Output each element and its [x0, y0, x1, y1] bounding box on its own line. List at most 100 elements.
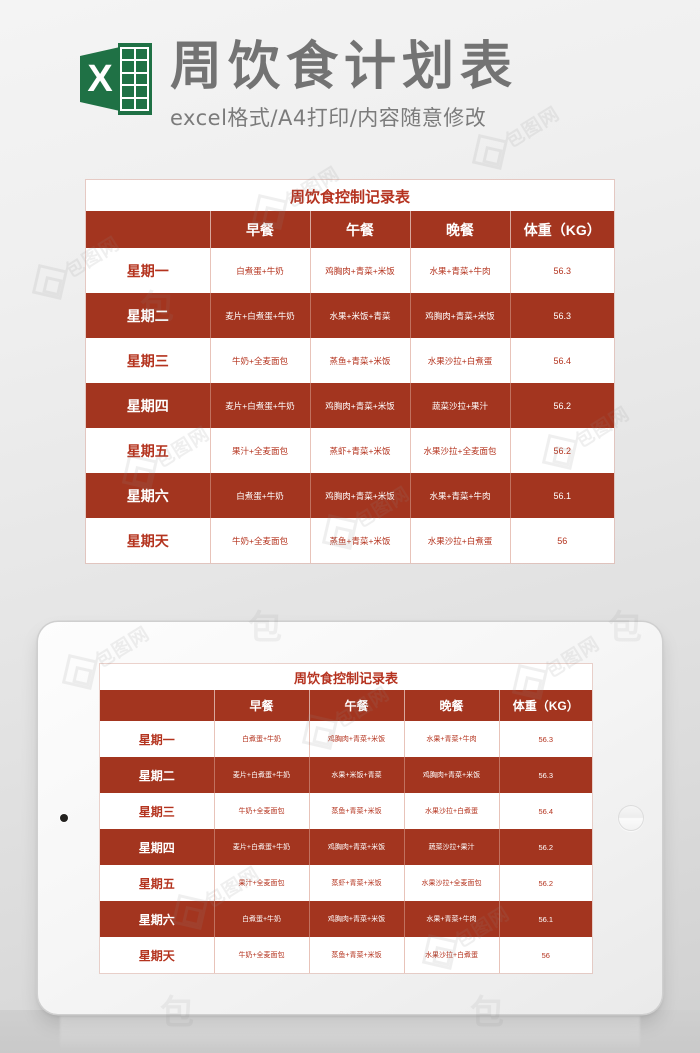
table-header-row: 早餐 午餐 晚餐 体重（KG）: [86, 211, 615, 248]
cell-dinner: 蔬菜沙拉+果汁: [403, 829, 499, 865]
table-row: 星期五 果汁+全麦面包 蒸虾+青菜+米饭 水果沙拉+全麦面包 56.2: [100, 865, 593, 901]
table-title: 周饮食控制记录表: [100, 664, 593, 690]
column-header-dinner: 晚餐: [409, 211, 510, 248]
cell-day: 星期二: [100, 757, 214, 793]
tablet-screen: 周饮食控制记录表 早餐 午餐 晚餐 体重（KG） 星期一 白煮蛋+牛奶 鸡胸肉+…: [90, 632, 602, 1004]
cell-day: 星期天: [86, 518, 210, 563]
cell-dinner: 水果沙拉+白煮蛋: [403, 793, 499, 829]
cell-lunch: 鸡胸肉+青菜+米饭: [308, 901, 404, 937]
column-header-day: [100, 690, 214, 721]
column-header-day: [86, 211, 210, 248]
cell-weight: 56.4: [498, 793, 593, 829]
cell-dinner: 水果+青菜+牛肉: [409, 248, 510, 293]
table-row: 星期六 白煮蛋+牛奶 鸡胸肉+青菜+米饭 水果+青菜+牛肉 56.1: [86, 473, 615, 518]
cell-weight: 56.3: [498, 757, 593, 793]
diet-table-main: 周饮食控制记录表 早餐 午餐 晚餐 体重（KG） 星期一 白煮蛋+牛奶 鸡胸肉+…: [86, 180, 615, 563]
cell-day: 星期四: [100, 829, 214, 865]
cell-dinner: 水果沙拉+白煮蛋: [409, 518, 510, 563]
cell-lunch: 鸡胸肉+青菜+米饭: [308, 829, 404, 865]
cell-breakfast: 白煮蛋+牛奶: [209, 473, 310, 518]
cell-dinner: 水果+青菜+牛肉: [403, 901, 499, 937]
cell-day: 星期二: [86, 293, 210, 338]
tablet-device-mockup: 周饮食控制记录表 早餐 午餐 晚餐 体重（KG） 星期一 白煮蛋+牛奶 鸡胸肉+…: [38, 622, 662, 1014]
cell-lunch: 蒸鱼+青菜+米饭: [309, 338, 410, 383]
cell-day: 星期一: [100, 721, 214, 757]
cell-breakfast: 果汁+全麦面包: [209, 428, 310, 473]
column-header-breakfast: 早餐: [213, 690, 309, 721]
cell-weight: 56.2: [509, 428, 615, 473]
cell-breakfast: 果汁+全麦面包: [213, 865, 309, 901]
table-row: 星期二 麦片+白煮蛋+牛奶 水果+米饭+青菜 鸡胸肉+青菜+米饭 56.3: [100, 757, 593, 793]
cell-breakfast: 麦片+白煮蛋+牛奶: [209, 383, 310, 428]
cell-day: 星期三: [100, 793, 214, 829]
table-row: 星期四 麦片+白煮蛋+牛奶 鸡胸肉+青菜+米饭 蔬菜沙拉+果汁 56.2: [100, 829, 593, 865]
column-header-dinner: 晚餐: [403, 690, 499, 721]
page-title: 周饮食计划表: [170, 37, 519, 97]
column-header-breakfast: 早餐: [209, 211, 310, 248]
cell-breakfast: 麦片+白煮蛋+牛奶: [209, 293, 310, 338]
cell-breakfast: 麦片+白煮蛋+牛奶: [213, 829, 309, 865]
cell-weight: 56: [498, 937, 593, 973]
home-button-icon[interactable]: [618, 805, 644, 831]
cell-weight: 56.3: [509, 248, 615, 293]
cell-weight: 56: [509, 518, 615, 563]
cell-breakfast: 牛奶+全麦面包: [209, 338, 310, 383]
cell-dinner: 水果沙拉+全麦面包: [409, 428, 510, 473]
cell-day: 星期四: [86, 383, 210, 428]
cell-breakfast: 麦片+白煮蛋+牛奶: [213, 757, 309, 793]
cell-weight: 56.3: [498, 721, 593, 757]
cell-day: 星期一: [86, 248, 210, 293]
cell-dinner: 水果沙拉+白煮蛋: [409, 338, 510, 383]
cell-dinner: 鸡胸肉+青菜+米饭: [409, 293, 510, 338]
table-row: 星期天 牛奶+全麦面包 蒸鱼+青菜+米饭 水果沙拉+白煮蛋 56: [100, 937, 593, 973]
table-row: 星期六 白煮蛋+牛奶 鸡胸肉+青菜+米饭 水果+青菜+牛肉 56.1: [100, 901, 593, 937]
cell-dinner: 蔬菜沙拉+果汁: [409, 383, 510, 428]
cell-day: 星期三: [86, 338, 210, 383]
cell-breakfast: 白煮蛋+牛奶: [213, 721, 309, 757]
cell-lunch: 鸡胸肉+青菜+米饭: [309, 248, 410, 293]
column-header-weight: 体重（KG）: [509, 211, 615, 248]
table-row: 星期二 麦片+白煮蛋+牛奶 水果+米饭+青菜 鸡胸肉+青菜+米饭 56.3: [86, 293, 615, 338]
cell-lunch: 蒸鱼+青菜+米饭: [309, 518, 410, 563]
table-row: 星期三 牛奶+全麦面包 蒸鱼+青菜+米饭 水果沙拉+白煮蛋 56.4: [86, 338, 615, 383]
cell-weight: 56.4: [509, 338, 615, 383]
cell-breakfast: 牛奶+全麦面包: [209, 518, 310, 563]
tablet-reflection: [60, 1016, 640, 1050]
cell-day: 星期六: [100, 901, 214, 937]
cell-day: 星期六: [86, 473, 210, 518]
cell-lunch: 蒸虾+青菜+米饭: [309, 428, 410, 473]
cell-lunch: 鸡胸肉+青菜+米饭: [309, 383, 410, 428]
table-header-row: 早餐 午餐 晚餐 体重（KG）: [100, 690, 593, 721]
cell-lunch: 蒸鱼+青菜+米饭: [308, 793, 404, 829]
cell-day: 星期五: [100, 865, 214, 901]
table-row: 星期五 果汁+全麦面包 蒸虾+青菜+米饭 水果沙拉+全麦面包 56.2: [86, 428, 615, 473]
cell-dinner: 水果+青菜+牛肉: [403, 721, 499, 757]
camera-dot-icon: [60, 814, 68, 822]
cell-breakfast: 牛奶+全麦面包: [213, 937, 309, 973]
cell-lunch: 鸡胸肉+青菜+米饭: [308, 721, 404, 757]
cell-lunch: 鸡胸肉+青菜+米饭: [309, 473, 410, 518]
table-row: 星期四 麦片+白煮蛋+牛奶 鸡胸肉+青菜+米饭 蔬菜沙拉+果汁 56.2: [86, 383, 615, 428]
cell-weight: 56.1: [509, 473, 615, 518]
cell-dinner: 水果沙拉+全麦面包: [403, 865, 499, 901]
cell-lunch: 蒸虾+青菜+米饭: [308, 865, 404, 901]
cell-breakfast: 白煮蛋+牛奶: [209, 248, 310, 293]
cell-dinner: 水果+青菜+牛肉: [409, 473, 510, 518]
table-title-row: 周饮食控制记录表: [100, 664, 593, 690]
banner: X 周饮食计划表 excel格式/A4打印/内容随意修改: [0, 0, 700, 170]
cell-weight: 56.1: [498, 901, 593, 937]
cell-dinner: 鸡胸肉+青菜+米饭: [403, 757, 499, 793]
cell-day: 星期五: [86, 428, 210, 473]
cell-lunch: 水果+米饭+青菜: [308, 757, 404, 793]
page-subtitle: excel格式/A4打印/内容随意修改: [170, 106, 487, 131]
cell-breakfast: 白煮蛋+牛奶: [213, 901, 309, 937]
cell-day: 星期天: [100, 937, 214, 973]
excel-logo-icon: X: [80, 43, 152, 115]
table-row: 星期天 牛奶+全麦面包 蒸鱼+青菜+米饭 水果沙拉+白煮蛋 56: [86, 518, 615, 563]
cell-weight: 56.2: [498, 865, 593, 901]
column-header-lunch: 午餐: [309, 211, 410, 248]
table-row: 星期三 牛奶+全麦面包 蒸鱼+青菜+米饭 水果沙拉+白煮蛋 56.4: [100, 793, 593, 829]
table-row: 星期一 白煮蛋+牛奶 鸡胸肉+青菜+米饭 水果+青菜+牛肉 56.3: [86, 248, 615, 293]
cell-breakfast: 牛奶+全麦面包: [213, 793, 309, 829]
table-title-row: 周饮食控制记录表: [86, 180, 615, 211]
